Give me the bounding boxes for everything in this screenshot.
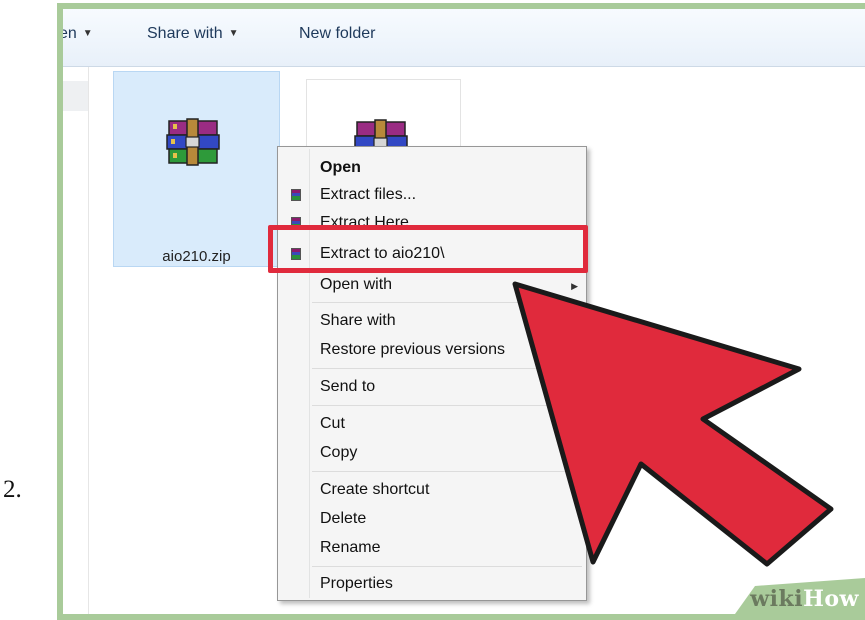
step-number: 2. [3, 476, 22, 503]
wikihow-logo: wikiHow [750, 586, 859, 612]
screenshot-frame: en▼ Share with▼ New folder aio210.zip [57, 3, 865, 620]
explorer-window: en▼ Share with▼ New folder aio210.zip [63, 9, 865, 614]
pointer-arrow-icon [512, 281, 834, 567]
